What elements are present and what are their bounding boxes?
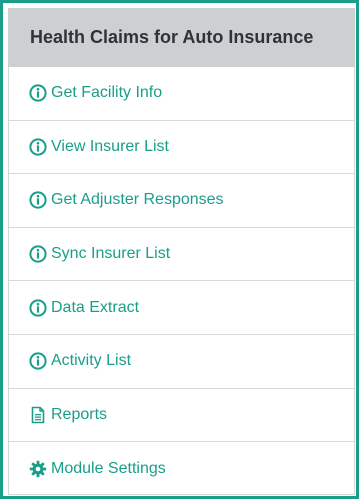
menu-item-activity-list[interactable]: Activity List — [9, 335, 354, 389]
module-panel: Health Claims for Auto Insurance Get Fac… — [0, 0, 359, 499]
menu-item-reports[interactable]: Reports — [9, 389, 354, 443]
menu-item-module-settings[interactable]: Module Settings — [9, 442, 354, 496]
menu-item-label: Activity List — [51, 352, 132, 370]
menu-item-view-insurer-list[interactable]: View Insurer List — [9, 121, 354, 175]
menu-item-get-facility-info[interactable]: Get Facility Info — [9, 67, 354, 121]
module-menu: Get Facility Info View Insurer List Get … — [8, 67, 355, 495]
menu-item-label: Reports — [51, 405, 108, 423]
info-circle-icon — [29, 138, 47, 156]
menu-item-label: Sync Insurer List — [51, 245, 171, 263]
menu-item-get-adjuster-responses[interactable]: Get Adjuster Responses — [9, 174, 354, 228]
panel-header: Health Claims for Auto Insurance — [8, 8, 355, 67]
menu-item-label: View Insurer List — [51, 137, 169, 155]
menu-item-label: Module Settings — [51, 459, 166, 477]
info-circle-icon — [29, 352, 47, 370]
menu-item-label: Get Adjuster Responses — [51, 191, 224, 209]
menu-item-data-extract[interactable]: Data Extract — [9, 281, 354, 335]
menu-item-label: Get Facility Info — [51, 84, 163, 102]
info-circle-icon — [29, 191, 47, 210]
menu-item-label: Data Extract — [51, 298, 140, 316]
info-circle-icon — [29, 84, 47, 102]
info-circle-icon — [29, 299, 47, 317]
document-icon — [29, 406, 47, 424]
menu-item-sync-insurer-list[interactable]: Sync Insurer List — [9, 228, 354, 282]
gear-icon — [29, 460, 47, 478]
info-circle-icon — [29, 245, 47, 263]
panel-title: Health Claims for Auto Insurance — [30, 27, 314, 47]
